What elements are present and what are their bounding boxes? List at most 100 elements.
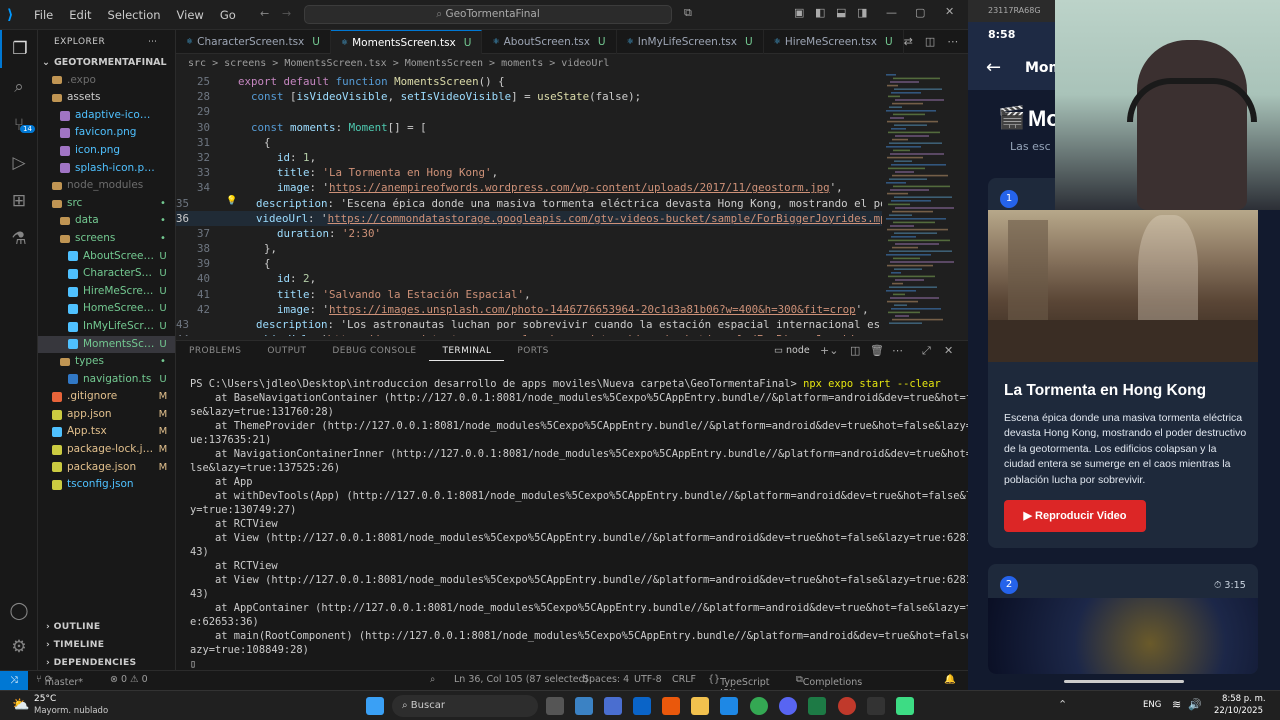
tree-item[interactable]: types •	[38, 353, 175, 371]
menu-view[interactable]: View	[169, 8, 212, 22]
chrome-app-icon[interactable]	[750, 697, 768, 715]
android-app-icon[interactable]	[896, 697, 914, 715]
branch-indicator[interactable]: ⑂ master* ⟳	[36, 674, 83, 688]
minimap[interactable]	[884, 74, 962, 336]
new-terminal-icon[interactable]: +⌄	[820, 344, 838, 357]
source-control-icon[interactable]: ⑂ 14	[0, 106, 38, 144]
tree-item[interactable]: adaptive-icon.png	[38, 107, 175, 125]
copilot-icon[interactable]: ⧉	[684, 6, 692, 20]
tray-lang[interactable]: ENG	[1143, 700, 1161, 710]
command-center[interactable]: ⌕ GeoTormentaFinal	[304, 5, 672, 24]
tree-item[interactable]: assets	[38, 89, 175, 107]
toggle-panel-icon[interactable]: ⬓	[836, 6, 846, 19]
tree-item[interactable]: InMyLifeScreen.tsx U	[38, 318, 175, 336]
panel-tab-terminal[interactable]: TERMINAL	[429, 342, 505, 361]
copilot-app-icon[interactable]	[575, 697, 593, 715]
timeline-section[interactable]: › TIMELINE	[38, 636, 176, 654]
toggle-secondary-icon[interactable]: ◨	[857, 6, 867, 19]
editor-tab[interactable]: ⚛ MomentsScreen.tsx U	[330, 30, 483, 54]
terminal-output[interactable]: PS C:\Users\jdleo\Desktop\introduccion d…	[190, 377, 984, 671]
terminal-app-icon[interactable]	[867, 697, 885, 715]
breadcrumb[interactable]: src > screens > MomentsScreen.tsx > Mome…	[176, 54, 968, 74]
explorer-icon[interactable]: ❐	[0, 30, 38, 68]
taskbar-search-box[interactable]: ⌕ Buscar	[392, 695, 538, 717]
panel-tab-ports[interactable]: PORTS	[504, 346, 561, 356]
tree-item[interactable]: screens •	[38, 230, 175, 248]
tree-item[interactable]: tsconfig.json	[38, 476, 175, 494]
outline-section[interactable]: › OUTLINE	[38, 618, 176, 636]
more-icon[interactable]: ⋯	[892, 344, 903, 357]
volume-icon[interactable]: 🔊	[1188, 698, 1202, 711]
more-icon[interactable]: ⋯	[947, 30, 958, 53]
task-view-icon[interactable]	[546, 697, 564, 715]
tree-item[interactable]: node_modules	[38, 177, 175, 195]
menu-go[interactable]: Go	[212, 8, 244, 22]
tree-item[interactable]: splash-icon.png	[38, 160, 175, 178]
tree-item[interactable]: MomentsScreen.tsx U	[38, 335, 175, 354]
tree-item[interactable]: navigation.ts U	[38, 371, 175, 389]
language-mode[interactable]: {} TypeScript JSX	[708, 674, 769, 699]
back-arrow-icon[interactable]: ←	[986, 57, 1001, 78]
store-app-icon[interactable]	[604, 697, 622, 715]
play-video-button[interactable]: ▶ Reproducir Video	[1004, 500, 1146, 532]
zoom-icon[interactable]: ⌕	[430, 674, 435, 685]
tray-chevron-icon[interactable]: ⌃	[1058, 698, 1067, 711]
terminal-shell-label[interactable]: ▭ node	[774, 345, 810, 356]
tree-item[interactable]: src •	[38, 195, 175, 213]
editor-tab[interactable]: ⚛ AboutScreen.tsx U	[482, 30, 617, 54]
vscode-app-icon[interactable]	[720, 697, 738, 715]
run-debug-icon[interactable]: ▷	[0, 144, 38, 182]
close-panel-icon[interactable]: ✕	[944, 344, 953, 357]
files-app-icon[interactable]	[691, 697, 709, 715]
search-icon[interactable]: ⌕	[0, 68, 38, 106]
trash-icon[interactable]: 🗑	[870, 344, 884, 357]
brave-app-icon[interactable]	[662, 697, 680, 715]
tree-item[interactable]: favicon.png	[38, 124, 175, 142]
editor-tab[interactable]: ⚛ HireMeScreen.tsx U	[764, 30, 904, 54]
excel-app-icon[interactable]	[808, 697, 826, 715]
wifi-icon[interactable]: ≋	[1172, 698, 1181, 711]
problems-indicator[interactable]: ⊗ 0 ⚠ 0	[110, 674, 148, 685]
copilot-status[interactable]: ⧉ Completions quota reached	[796, 674, 862, 710]
code-editor[interactable]: 25 export default function MomentsScreen(…	[176, 74, 882, 336]
tree-item[interactable]: app.json M	[38, 406, 175, 424]
back-arrow-icon[interactable]: ←	[260, 7, 269, 20]
tree-item[interactable]: App.tsx M	[38, 423, 175, 441]
account-icon[interactable]: ◯	[0, 592, 38, 630]
tree-item[interactable]: package.json M	[38, 459, 175, 477]
more-actions-icon[interactable]: ⋯	[148, 30, 158, 54]
windows-start-icon[interactable]	[366, 697, 384, 715]
clock-date[interactable]: 22/10/2025	[1214, 706, 1263, 716]
tree-item[interactable]: CharacterScreen.tsx U	[38, 265, 175, 283]
moment-card-1[interactable]: 1 La Tormenta en Hong Kong Escena épica …	[988, 178, 1258, 548]
chrome2-app-icon[interactable]	[838, 697, 856, 715]
layout-icon[interactable]: ▣	[794, 6, 804, 19]
tree-item[interactable]: AboutScreen.tsx U	[38, 248, 175, 266]
cursor-position[interactable]: Ln 36, Col 105 (87 selected)	[454, 674, 588, 685]
encoding-setting[interactable]: UTF-8	[634, 674, 662, 685]
tree-item[interactable]: .gitignore M	[38, 388, 175, 406]
compare-icon[interactable]: ⇄	[904, 30, 913, 53]
maximize-icon[interactable]: ▢	[915, 6, 925, 19]
tree-item[interactable]: icon.png	[38, 142, 175, 160]
clock-time[interactable]: 8:58 p. m.	[1222, 694, 1266, 704]
remote-indicator[interactable]: ⤨	[0, 671, 28, 690]
weather-icon[interactable]: ⛅	[12, 697, 29, 713]
tree-item[interactable]: HomeScreen.tsx U	[38, 300, 175, 318]
panel-tab-debug-console[interactable]: DEBUG CONSOLE	[319, 346, 429, 356]
extensions-icon[interactable]: ⊞	[0, 182, 38, 220]
eol-setting[interactable]: CRLF	[672, 674, 696, 685]
panel-tab-output[interactable]: OUTPUT	[254, 346, 319, 356]
tree-item[interactable]: .expo	[38, 72, 175, 90]
menu-file[interactable]: File	[26, 8, 61, 22]
explorer-root[interactable]: ⌄ GEOTORMENTAFINAL	[38, 54, 175, 72]
maximize-panel-icon[interactable]: ⤢	[922, 344, 931, 358]
forward-arrow-icon[interactable]: →	[282, 7, 291, 20]
split-terminal-icon[interactable]: ◫	[850, 344, 860, 357]
menu-selection[interactable]: Selection	[100, 8, 169, 22]
menu-edit[interactable]: Edit	[61, 8, 99, 22]
lightbulb-icon[interactable]: 💡	[226, 196, 237, 206]
gear-icon[interactable]: ⚙	[0, 628, 38, 666]
tree-item[interactable]: HireMeScreen.tsx U	[38, 283, 175, 301]
testing-icon[interactable]: ⚗	[0, 220, 38, 258]
